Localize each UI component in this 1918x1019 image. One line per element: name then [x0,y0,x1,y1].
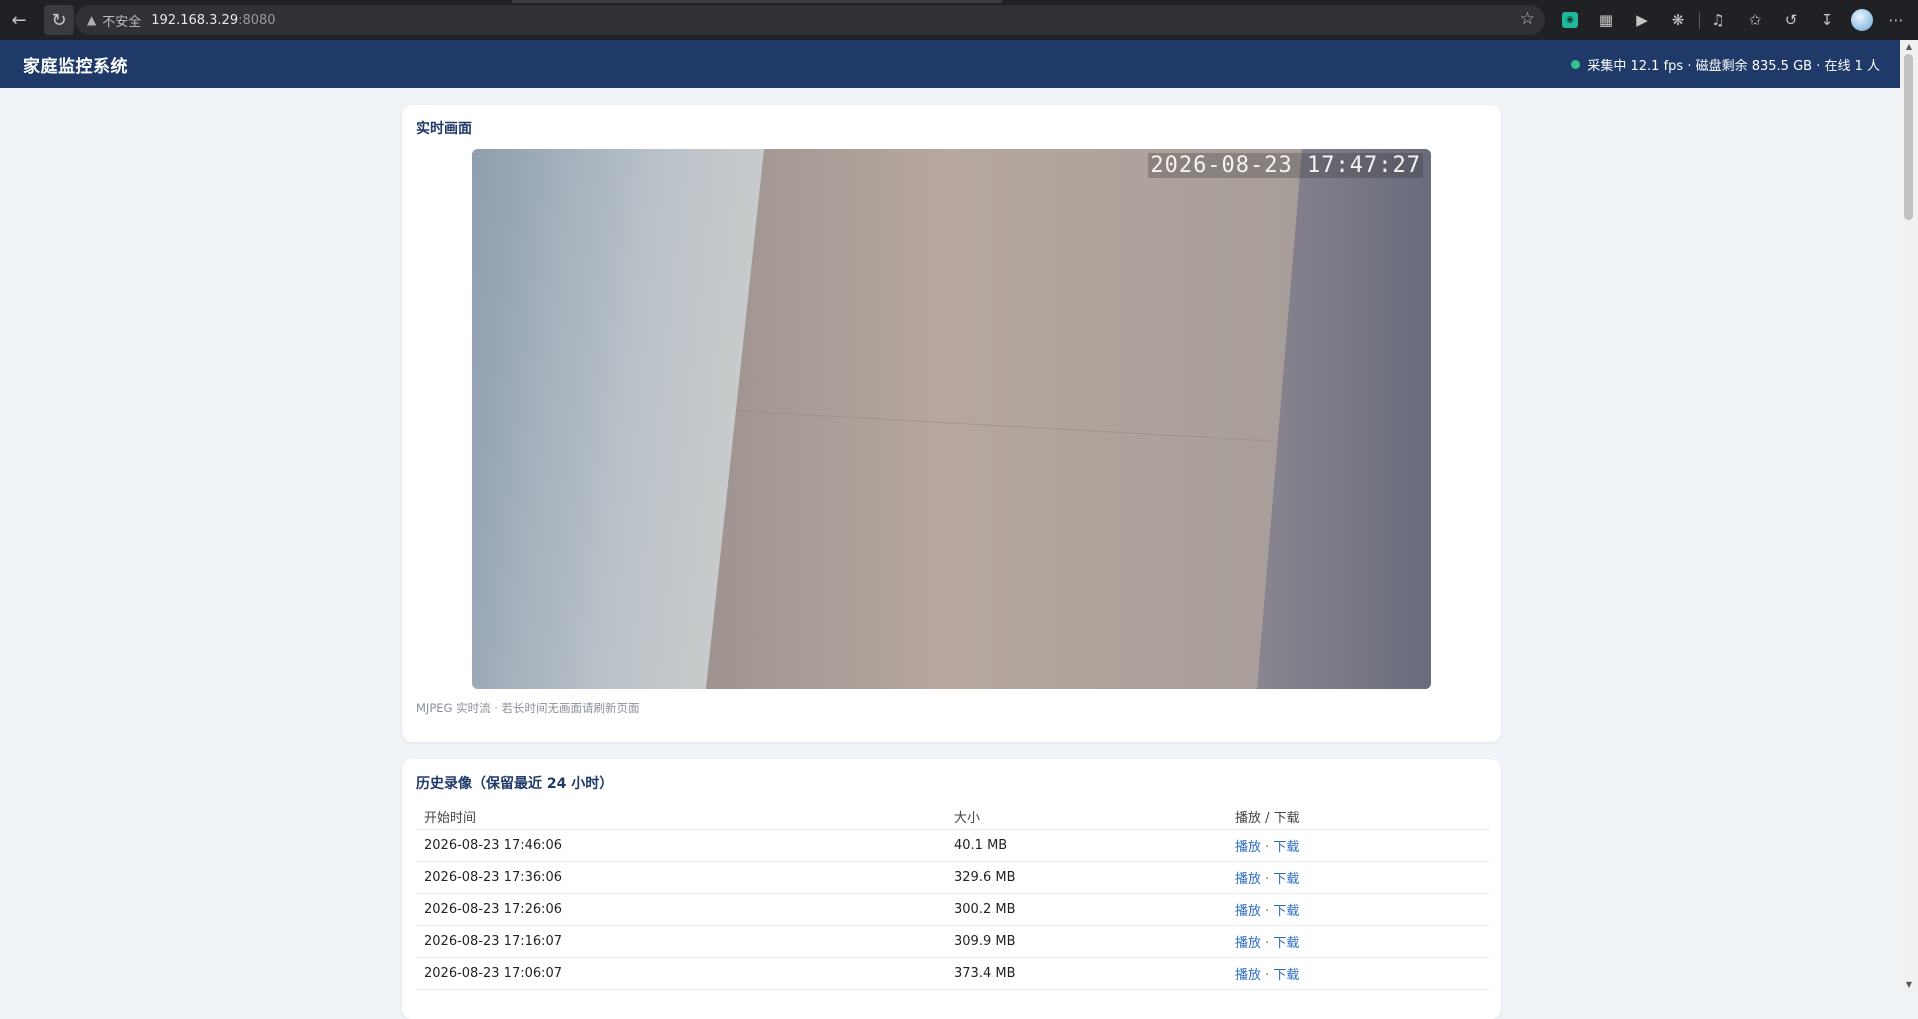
media-icon[interactable]: ♫ [1708,10,1728,30]
table-row: 2026-08-23 17:06:07 373.4 MB 播放 · 下载 [416,957,1490,990]
tab-strip-edge [0,0,1918,3]
security-label[interactable]: 不安全 [102,11,141,30]
history-icon[interactable]: ↺ [1781,10,1801,30]
link-separator: · [1261,936,1274,951]
play-link[interactable]: 播放 [1235,936,1261,951]
profile-avatar[interactable] [1851,9,1873,31]
row-start-time: 2026-08-23 17:46:06 [416,829,946,862]
app-title: 家庭监控系统 [23,56,128,77]
refresh-icon[interactable]: ↻ [44,5,74,35]
extension-document-icon[interactable]: ▦ [1596,10,1616,30]
url-port: :8080 [238,12,276,28]
browser-toolbar: ← ↻ ▲ 不安全 192.168.3.29:8080 ☆ ◉ ▦ ▶ ❋ ♫ … [0,0,1918,40]
column-actions: 播放 / 下载 [1227,803,1490,830]
row-start-time: 2026-08-23 17:16:07 [416,925,946,958]
play-link[interactable]: 播放 [1235,968,1261,983]
download-link[interactable]: 下载 [1273,904,1299,919]
app-header: 家庭监控系统 采集中 12.1 fps · 磁盘剩余 835.5 GB · 在线… [0,40,1900,88]
recordings-table: 开始时间 大小 播放 / 下载 2026-08-23 17:46:06 40.1… [416,803,1490,990]
video-timestamp-overlay: 2026-08-23 17:47:27 [1148,153,1423,178]
row-size: 373.4 MB [946,957,1227,990]
warning-icon: ▲ [87,13,97,27]
link-separator: · [1261,872,1274,887]
back-icon[interactable]: ← [4,5,34,35]
tab-highlight [512,0,1002,3]
row-start-time: 2026-08-23 17:06:07 [416,957,946,990]
extensions-puzzle-icon[interactable]: ❋ [1668,10,1688,30]
row-size: 300.2 MB [946,893,1227,926]
row-start-time: 2026-08-23 17:36:06 [416,861,946,894]
downloads-icon[interactable]: ↧ [1817,10,1837,30]
scrollbar-thumb[interactable] [1904,54,1913,220]
live-video-stream[interactable]: 2026-08-23 17:47:27 [472,149,1431,689]
link-separator: · [1261,840,1274,855]
play-link[interactable]: 播放 [1235,872,1261,887]
row-start-time: 2026-08-23 17:26:06 [416,893,946,926]
bookmark-star-icon[interactable]: ☆ [1520,9,1535,29]
video-frame-image [472,149,1431,689]
download-link[interactable]: 下载 [1273,840,1299,855]
url-host: 192.168.3.29 [151,12,239,28]
column-size: 大小 [946,803,1227,830]
scroll-down-icon[interactable]: ▼ [1900,978,1918,992]
status-text: 采集中 12.1 fps · 磁盘剩余 835.5 GB · 在线 1 人 [1587,58,1880,74]
status-bar: 采集中 12.1 fps · 磁盘剩余 835.5 GB · 在线 1 人 [1571,40,1880,88]
stream-caption: MJPEG 实时流 · 若长时间无画面请刷新页面 [416,701,640,715]
download-link[interactable]: 下载 [1273,936,1299,951]
row-actions: 播放 · 下载 [1227,925,1490,958]
table-header-row: 开始时间 大小 播放 / 下载 [416,803,1490,830]
address-bar[interactable]: ▲ 不安全 192.168.3.29:8080 ☆ [75,5,1545,35]
row-size: 329.6 MB [946,861,1227,894]
link-separator: · [1261,968,1274,983]
play-link[interactable]: 播放 [1235,840,1261,855]
history-card: 历史录像（保留最近 24 小时） 开始时间 大小 播放 / 下载 2026-08… [402,759,1501,1019]
extension-eye-icon[interactable]: ◉ [1562,12,1578,28]
download-link[interactable]: 下载 [1273,968,1299,983]
scroll-up-icon[interactable]: ▲ [1900,40,1918,54]
row-actions: 播放 · 下载 [1227,957,1490,990]
row-size: 40.1 MB [946,829,1227,862]
live-view-card: 实时画面 2026-08-23 17:47:27 MJPEG 实时流 · 若长时… [402,105,1501,742]
extension-play-icon[interactable]: ▶ [1632,10,1652,30]
history-title: 历史录像（保留最近 24 小时） [416,776,614,792]
row-actions: 播放 · 下载 [1227,861,1490,894]
page: 家庭监控系统 采集中 12.1 fps · 磁盘剩余 835.5 GB · 在线… [0,40,1918,1019]
download-link[interactable]: 下载 [1273,872,1299,887]
page-scrollbar[interactable]: ▲ ▼ [1900,40,1918,992]
row-actions: 播放 · 下载 [1227,893,1490,926]
live-view-title: 实时画面 [416,121,472,137]
table-row: 2026-08-23 17:26:06 300.2 MB 播放 · 下载 [416,893,1490,926]
row-actions: 播放 · 下载 [1227,829,1490,862]
more-menu-icon[interactable]: ⋯ [1886,10,1906,30]
table-row: 2026-08-23 17:36:06 329.6 MB 播放 · 下载 [416,861,1490,894]
link-separator: · [1261,904,1274,919]
table-row: 2026-08-23 17:16:07 309.9 MB 播放 · 下载 [416,925,1490,958]
play-link[interactable]: 播放 [1235,904,1261,919]
table-row: 2026-08-23 17:46:06 40.1 MB 播放 · 下载 [416,829,1490,862]
toolbar-divider [1699,12,1700,29]
favorites-icon[interactable]: ✩ [1745,10,1765,30]
row-size: 309.9 MB [946,925,1227,958]
column-start-time: 开始时间 [416,803,946,830]
status-dot [1571,59,1581,69]
